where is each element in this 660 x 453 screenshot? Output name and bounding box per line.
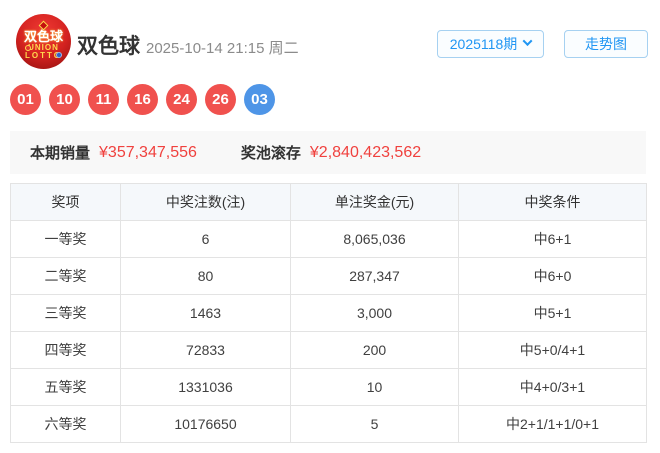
cell-winner-count: 6 (120, 220, 291, 258)
cell-winner-count: 10176650 (120, 405, 291, 443)
col-header-winner-count: 中奖注数(注) (120, 183, 291, 221)
red-ball-dot-icon (25, 45, 31, 51)
cell-win-condition: 中6+1 (458, 220, 647, 258)
union-lotto-logo: 双色球 UNION LOTTO (16, 14, 71, 69)
col-header-prize-tier: 奖项 (10, 183, 121, 221)
cell-winner-count: 1463 (120, 294, 291, 332)
table-row-sixth-prize: 六等奖 10176650 5 中2+1/1+1/0+1 (10, 405, 647, 443)
blue-ball: 03 (244, 84, 275, 115)
period-label: 2025118期 (449, 36, 518, 52)
table-row-fifth-prize: 五等奖 1331036 10 中4+0/3+1 (10, 368, 647, 406)
sales-label: 本期销量 (30, 145, 91, 162)
col-header-prize-amount: 单注奖金(元) (290, 183, 459, 221)
cell-prize-tier: 三等奖 (10, 294, 121, 332)
cell-win-condition: 中4+0/3+1 (458, 368, 647, 406)
red-ball-4: 16 (127, 84, 158, 115)
red-ball-1: 01 (10, 84, 41, 115)
lottery-results-page: 双色球 UNION LOTTO 双色球 2025-10-14 21:15 周二 … (0, 0, 660, 453)
cell-win-condition: 中5+1 (458, 294, 647, 332)
cell-win-condition: 中5+0/4+1 (458, 331, 647, 369)
page-title: 双色球 (77, 35, 140, 58)
cell-prize-amount: 3,000 (290, 294, 459, 332)
chevron-down-icon (522, 36, 533, 47)
cell-win-condition: 中2+1/1+1/0+1 (458, 405, 647, 443)
cell-prize-amount: 8,065,036 (290, 220, 459, 258)
pool-label: 奖池滚存 (240, 145, 301, 162)
red-ball-2: 10 (49, 84, 80, 115)
cell-winner-count: 1331036 (120, 368, 291, 406)
draw-datetime: 2025-10-14 21:15 周二 (146, 40, 299, 57)
logo-text-cn: 双色球 (23, 29, 63, 45)
cell-prize-amount: 10 (290, 368, 459, 406)
pool-value: ¥2,840,423,562 (309, 143, 422, 161)
stats-bar: 本期销量 ¥357,347,556 奖池滚存 ¥2,840,423,562 (10, 131, 646, 174)
cell-prize-amount: 200 (290, 331, 459, 369)
col-header-win-condition: 中奖条件 (458, 183, 647, 221)
cell-winner-count: 72833 (120, 331, 291, 369)
table-row-fourth-prize: 四等奖 72833 200 中5+0/4+1 (10, 331, 647, 369)
table-row-first-prize: 一等奖 6 8,065,036 中6+1 (10, 220, 647, 258)
sales-value: ¥357,347,556 (99, 143, 197, 161)
cell-prize-amount: 287,347 (290, 257, 459, 295)
table-header-row: 奖项 中奖注数(注) 单注奖金(元) 中奖条件 (10, 183, 647, 221)
table-row-second-prize: 二等奖 80 287,347 中6+0 (10, 257, 647, 295)
red-ball-3: 11 (88, 84, 119, 115)
cell-prize-tier: 二等奖 (10, 257, 121, 295)
cell-prize-amount: 5 (290, 405, 459, 443)
trend-chart-button[interactable]: 走势图 (564, 30, 648, 58)
cell-prize-tier: 一等奖 (10, 220, 121, 258)
winning-numbers: 01 10 11 16 24 26 03 (10, 84, 275, 115)
blue-ball-dot-icon (56, 52, 62, 58)
cell-prize-tier: 六等奖 (10, 405, 121, 443)
red-ball-5: 24 (166, 84, 197, 115)
prize-table: 奖项 中奖注数(注) 单注奖金(元) 中奖条件 一等奖 6 8,065,036 … (10, 183, 647, 443)
cell-prize-tier: 五等奖 (10, 368, 121, 406)
period-selector[interactable]: 2025118期 (437, 30, 544, 58)
cell-win-condition: 中6+0 (458, 257, 647, 295)
table-row-third-prize: 三等奖 1463 3,000 中5+1 (10, 294, 647, 332)
red-ball-6: 26 (205, 84, 236, 115)
cell-prize-tier: 四等奖 (10, 331, 121, 369)
cell-winner-count: 80 (120, 257, 291, 295)
